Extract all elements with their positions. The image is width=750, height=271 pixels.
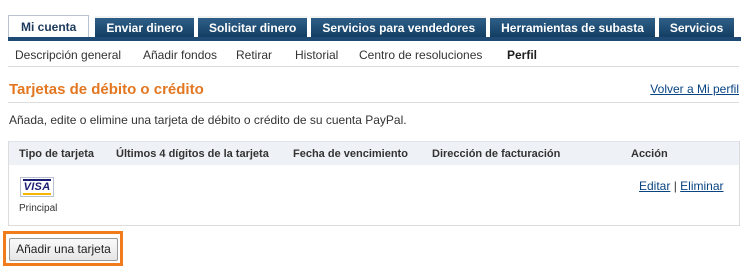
sub-navigation: Descripción general Añadir fondos Retira… [8, 41, 739, 67]
subnav-centro-resoluciones[interactable]: Centro de resoluciones [359, 48, 482, 62]
delete-card-link[interactable]: Eliminar [680, 179, 723, 193]
edit-card-link[interactable]: Editar [639, 179, 670, 193]
subnav-anadir-fondos[interactable]: Añadir fondos [143, 48, 217, 62]
subnav-perfil[interactable]: Perfil [507, 48, 537, 62]
visa-card-icon: VISA [20, 177, 54, 197]
back-to-profile-link[interactable]: Volver a Mi perfil [650, 82, 739, 96]
page-title: Tarjetas de débito o crédito [9, 81, 204, 98]
tab-enviar-dinero[interactable]: Enviar dinero [91, 16, 195, 38]
cards-table: Tipo de tarjeta Últimos 4 dígitos de la … [8, 141, 740, 226]
row-actions: Editar | Eliminar [639, 179, 724, 193]
tab-herramientas-subasta[interactable]: Herramientas de subasta [486, 16, 655, 38]
tab-servicios-vendedores[interactable]: Servicios para vendedores [307, 16, 487, 38]
main-tabs: Mi cuenta Enviar dinero Solicitar dinero… [8, 15, 738, 38]
header-last-digits: Últimos 4 dígitos de la tarjeta [116, 148, 269, 160]
action-separator: | [673, 179, 677, 193]
title-divider [8, 102, 739, 103]
subnav-retirar[interactable]: Retirar [236, 48, 272, 62]
card-brand-label: VISA [23, 181, 51, 193]
page-description: Añada, edite o elimine una tarjeta de dé… [9, 113, 407, 127]
header-card-type: Tipo de tarjeta [19, 148, 94, 160]
add-card-button[interactable]: Añadir una tarjeta [9, 238, 118, 261]
subnav-historial[interactable]: Historial [295, 48, 338, 62]
header-billing-address: Dirección de facturación [432, 148, 561, 160]
tab-servicios[interactable]: Servicios [654, 16, 735, 38]
tab-solicitar-dinero[interactable]: Solicitar dinero [194, 16, 308, 38]
table-header: Tipo de tarjeta Últimos 4 dígitos de la … [9, 141, 739, 165]
primary-card-label: Principal [19, 203, 58, 214]
tab-mi-cuenta[interactable]: Mi cuenta [8, 15, 90, 38]
subnav-descripcion-general[interactable]: Descripción general [15, 48, 121, 62]
header-action: Acción [631, 148, 668, 160]
header-expiry-date: Fecha de vencimiento [293, 148, 408, 160]
